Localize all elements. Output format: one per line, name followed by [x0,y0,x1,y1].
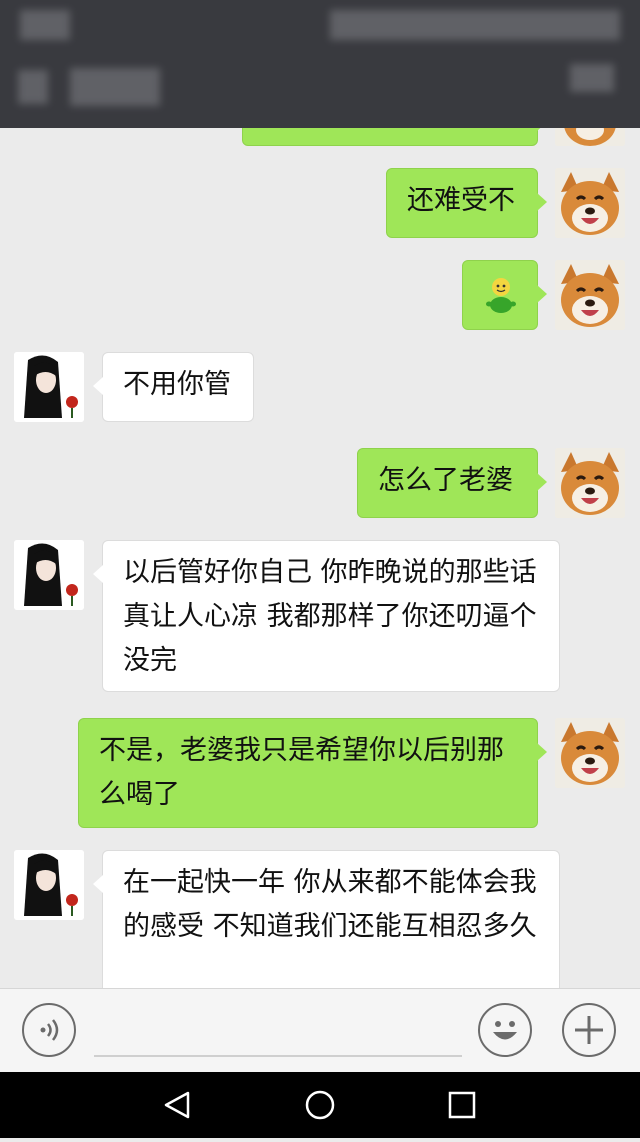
message-text: 还难受不 [407,185,515,216]
avatar-contact[interactable] [14,352,84,422]
emoji-icon [493,1021,517,1040]
chat-area: 还难受不 不用你管 怎么了老婆 以后管好你自己 你昨晚说的那些话真让人心凉 我都… [0,128,640,988]
girl-avatar-image [14,352,84,422]
avatar-contact[interactable] [14,850,84,920]
chat-header [0,0,640,128]
avatar-self[interactable] [555,448,625,518]
plus-icon [575,1016,603,1044]
system-nav-bar [0,1072,640,1138]
profile-button-blur[interactable] [570,64,614,92]
dog-avatar-image [555,448,625,518]
dog-avatar-image [555,168,625,238]
chat-title-blur [70,68,160,106]
status-bar-blur [20,10,70,40]
avatar-self[interactable] [555,168,625,238]
avatar-self[interactable] [555,718,625,788]
message-text: 不用你管 [123,369,231,400]
message-input[interactable] [94,1055,462,1057]
message-bubble[interactable]: 不是，老婆我只是希望你以后别那么喝了 [78,718,547,828]
message-text: 以后管好你自己 你昨晚说的那些话真让人心凉 我都那样了你还叨逼个没完 [123,557,537,676]
back-button-blur[interactable] [18,70,48,104]
avatar-self[interactable] [555,260,625,330]
home-icon[interactable] [305,1090,335,1120]
dog-avatar-image [555,718,625,788]
message-text: 怎么了老婆 [378,465,513,496]
voice-icon [40,1019,59,1041]
status-bar-blur [330,10,620,40]
back-icon[interactable] [164,1091,190,1119]
message-bubble[interactable]: 还难受不 [386,168,547,238]
message-bubble-partial[interactable] [242,128,547,146]
avatar-contact[interactable] [14,540,84,610]
message-bubble[interactable]: 以后管好你自己 你昨晚说的那些话真让人心凉 我都那样了你还叨逼个没完 [93,540,560,692]
girl-avatar-image [14,850,84,920]
green-figure-emoji-icon [486,278,516,313]
message-bubble[interactable]: 在一起快一年 你从来都不能体会我的感受 不知道我们还能互相忍多久 [93,850,560,988]
message-bubble[interactable]: 不用你管 [93,352,254,422]
girl-avatar-image [14,540,84,610]
voice-button[interactable] [22,1003,76,1057]
dog-avatar-image [555,260,625,330]
avatar-self[interactable] [555,128,625,146]
input-bar [0,988,640,1073]
message-bubble[interactable]: 怎么了老婆 [357,448,547,518]
message-bubble-sticker[interactable] [462,260,547,330]
emoji-button[interactable] [478,1003,532,1057]
plus-button[interactable] [562,1003,616,1057]
message-text: 在一起快一年 你从来都不能体会我的感受 不知道我们还能互相忍多久 [123,867,537,942]
message-text: 不是，老婆我只是希望你以后别那么喝了 [99,735,504,810]
recents-icon[interactable] [448,1091,476,1119]
